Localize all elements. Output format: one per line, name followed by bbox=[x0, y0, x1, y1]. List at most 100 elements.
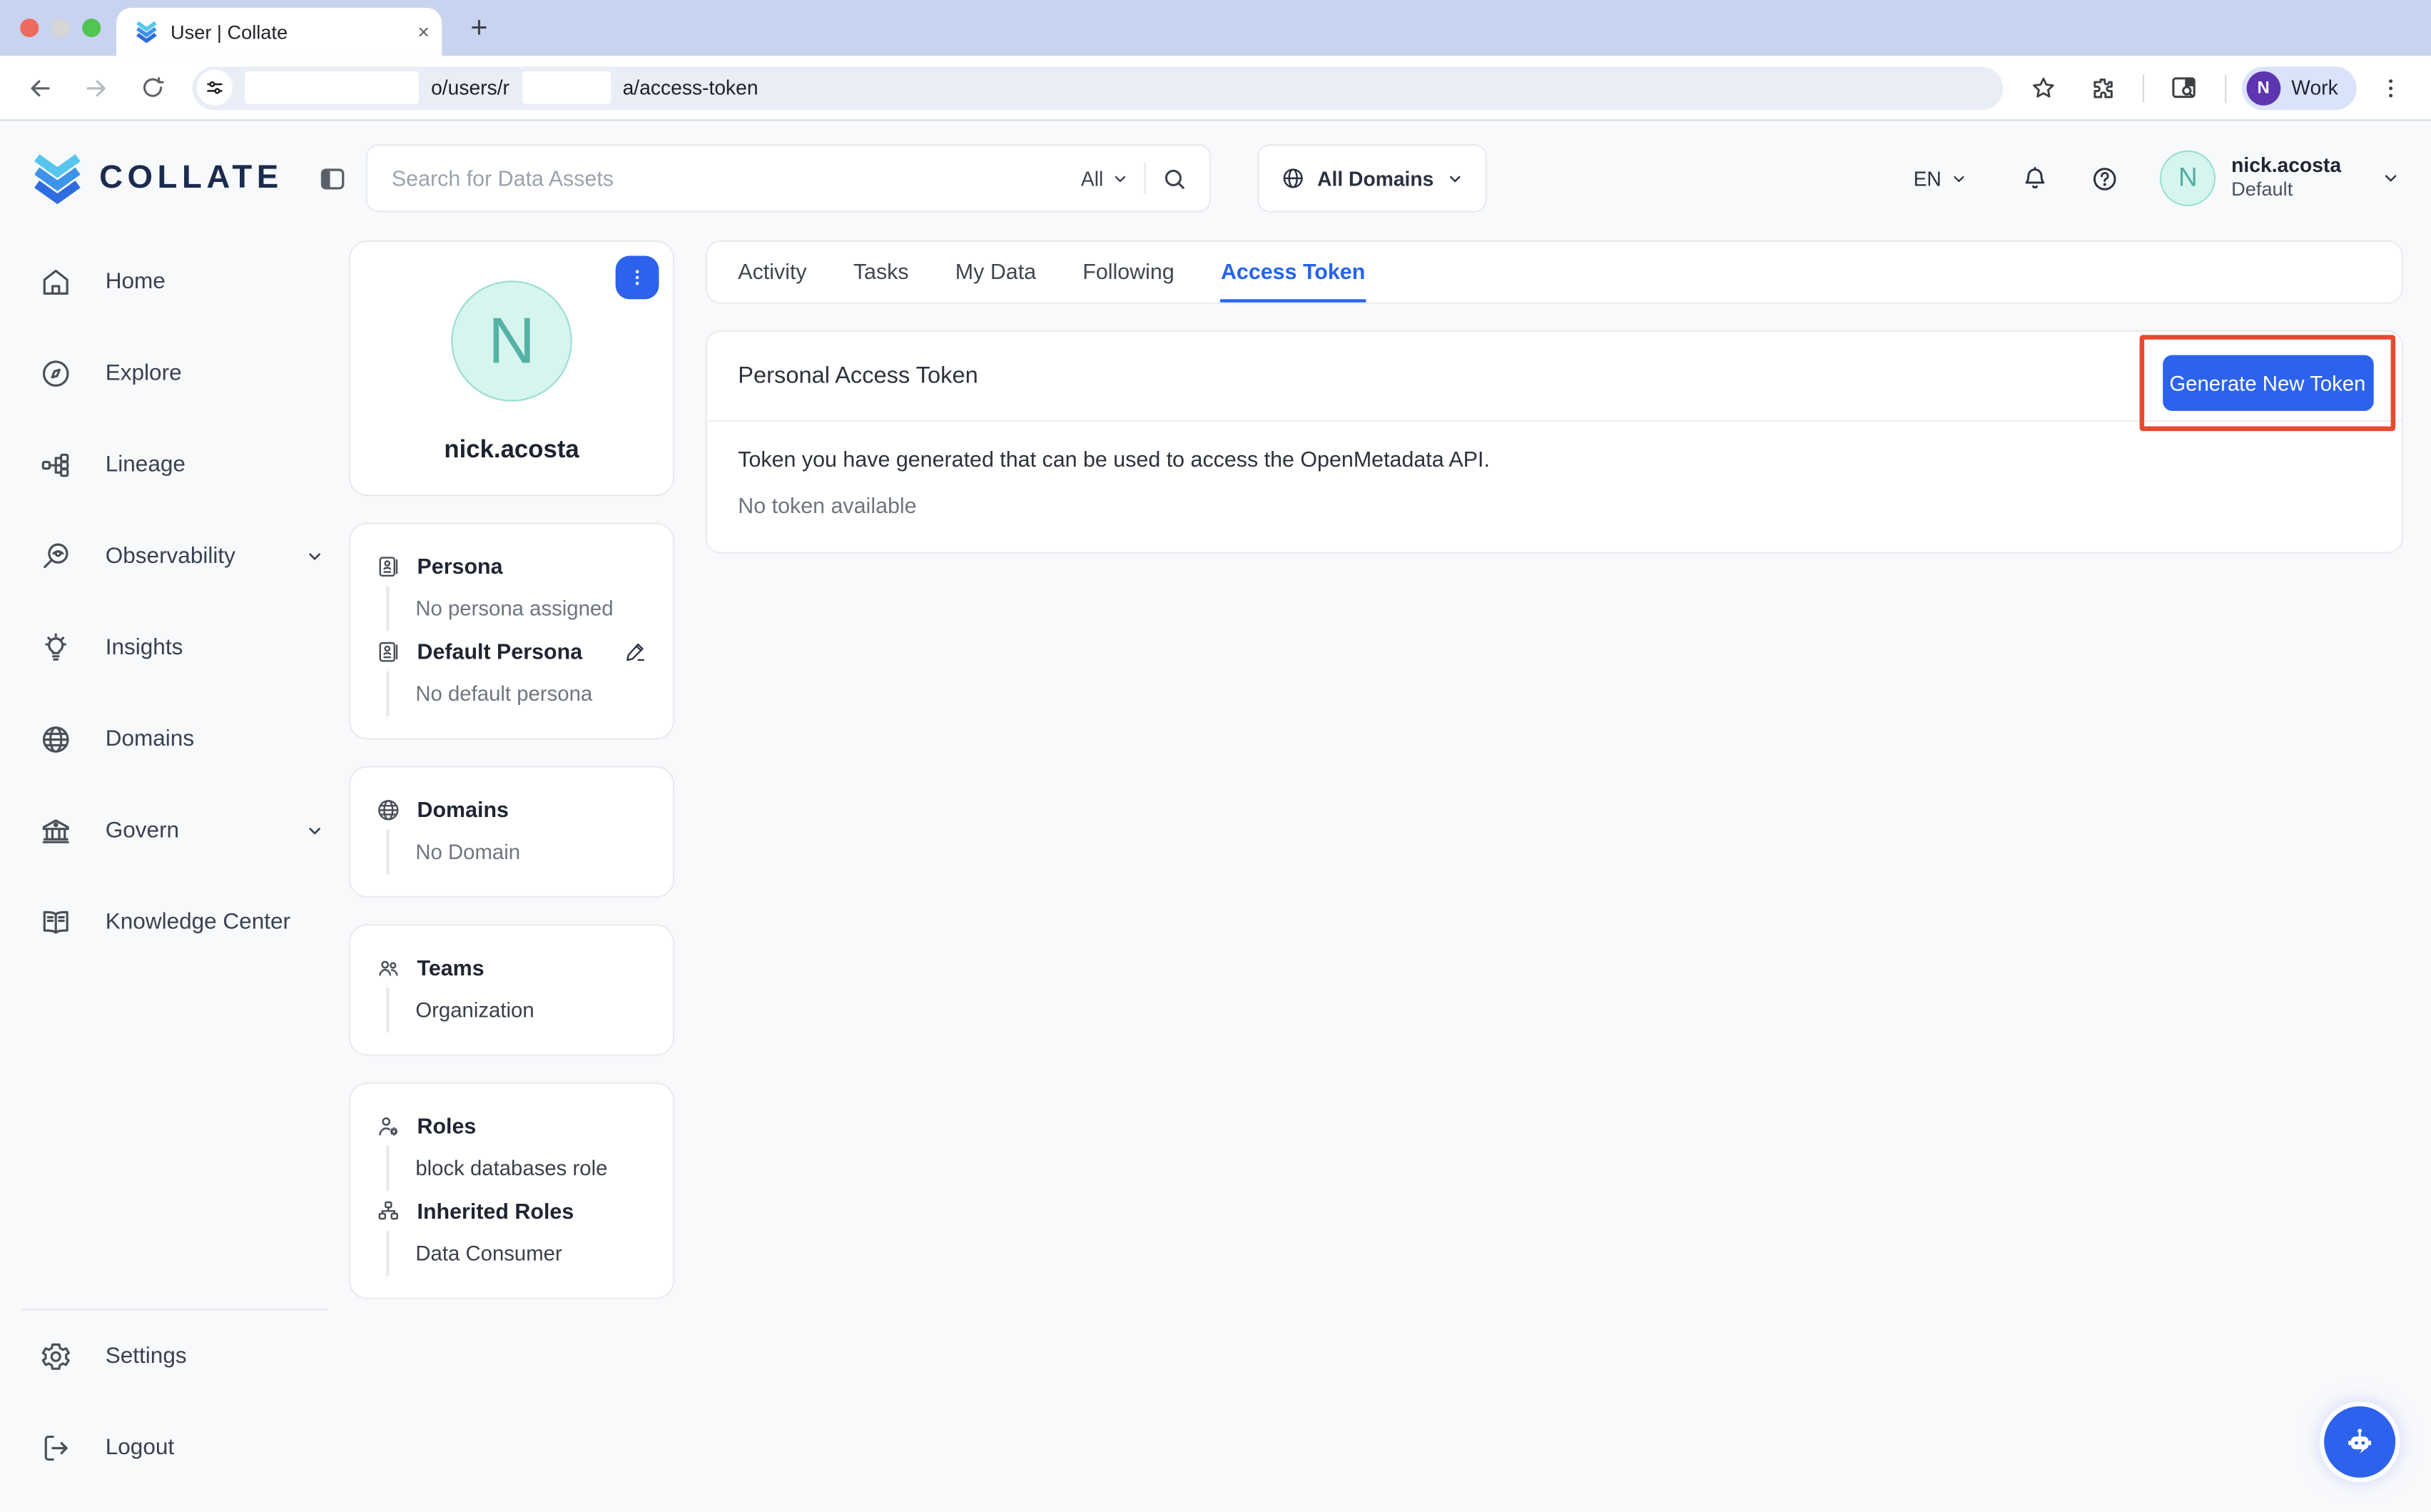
profile-options-button[interactable] bbox=[616, 256, 659, 300]
gear-icon bbox=[39, 1339, 73, 1373]
sidebar-item-label: Domains bbox=[106, 726, 324, 751]
extensions-puzzle-icon[interactable] bbox=[2077, 63, 2127, 113]
sidebar-item-domains[interactable]: Domains bbox=[0, 693, 349, 784]
teams-icon bbox=[375, 954, 402, 980]
browser-tab[interactable]: User | Collate × bbox=[116, 8, 442, 56]
inherited-roles-value[interactable]: Data Consumer bbox=[386, 1231, 648, 1276]
sidebar-item-label: Logout bbox=[106, 1435, 324, 1460]
notifications-bell-icon[interactable] bbox=[2021, 163, 2050, 193]
persona-value: No persona assigned bbox=[386, 586, 648, 631]
sidebar-item-explore[interactable]: Explore bbox=[0, 327, 349, 418]
roles-value[interactable]: block databases role bbox=[386, 1146, 648, 1191]
domains-title: Domains bbox=[417, 797, 509, 822]
collate-favicon-icon bbox=[135, 20, 158, 44]
url-redaction bbox=[245, 71, 418, 104]
sidebar-item-knowledge-center[interactable]: Knowledge Center bbox=[0, 876, 349, 968]
window-close-button[interactable] bbox=[20, 19, 39, 37]
tab-access-token[interactable]: Access Token bbox=[1221, 242, 1365, 303]
search-input[interactable] bbox=[392, 166, 1065, 191]
default-persona-title: Default Persona bbox=[417, 639, 583, 664]
help-icon[interactable] bbox=[2090, 163, 2119, 193]
sidebar-item-insights[interactable]: Insights bbox=[0, 602, 349, 693]
chevron-down-icon bbox=[1111, 170, 1128, 187]
sidebar-item-govern[interactable]: Govern bbox=[0, 784, 349, 876]
tab-activity[interactable]: Activity bbox=[738, 242, 806, 303]
sidebar-toggle-icon[interactable] bbox=[318, 163, 347, 193]
collate-logo[interactable]: COLLATE bbox=[31, 152, 283, 205]
sidebar-item-logout[interactable]: Logout bbox=[0, 1401, 349, 1493]
window-minimize-button[interactable] bbox=[51, 19, 70, 37]
profile-tabs: Activity Tasks My Data Following Access … bbox=[706, 240, 2403, 304]
sidebar-item-lineage[interactable]: Lineage bbox=[0, 419, 349, 510]
chevron-down-icon bbox=[2382, 169, 2400, 188]
search-separator bbox=[1144, 163, 1145, 193]
chevron-down-icon bbox=[1446, 170, 1463, 187]
persona-card: Persona No persona assigned Default Pers… bbox=[349, 522, 674, 739]
sidebar-item-label: Explore bbox=[106, 360, 324, 385]
browser-tabstrip: User | Collate × + bbox=[0, 0, 2431, 56]
url-redaction bbox=[522, 71, 610, 104]
tab-my-data[interactable]: My Data bbox=[955, 242, 1036, 303]
teams-value[interactable]: Organization bbox=[386, 988, 648, 1032]
browser-toolbar: o/users/r a/access-token N Work bbox=[0, 56, 2431, 119]
bookmark-star-icon[interactable] bbox=[2019, 63, 2069, 113]
edit-default-persona-button[interactable] bbox=[624, 639, 649, 664]
sidebar-item-observability[interactable]: Observability bbox=[0, 510, 349, 602]
tab-tasks[interactable]: Tasks bbox=[853, 242, 909, 303]
language-value: EN bbox=[1914, 167, 1942, 191]
user-avatar: N bbox=[2160, 151, 2216, 206]
token-description: Token you have generated that can be use… bbox=[738, 447, 2370, 472]
back-button[interactable] bbox=[16, 63, 66, 113]
new-tab-button[interactable]: + bbox=[459, 9, 499, 49]
search-scope-dropdown[interactable]: All bbox=[1081, 167, 1128, 191]
roles-card: Roles block databases role Inherited Rol… bbox=[349, 1082, 674, 1299]
bank-icon bbox=[39, 813, 73, 848]
tab-following[interactable]: Following bbox=[1082, 242, 1174, 303]
browser-profile-chip[interactable]: N Work bbox=[2242, 66, 2357, 109]
browser-menu-icon[interactable] bbox=[2366, 63, 2416, 113]
sidebar-item-settings[interactable]: Settings bbox=[0, 1310, 349, 1401]
user-menu[interactable]: N nick.acosta Default bbox=[2160, 151, 2400, 206]
globe-icon bbox=[375, 796, 402, 823]
roles-person-gear-icon bbox=[375, 1112, 402, 1139]
domains-filter-button[interactable]: All Domains bbox=[1257, 144, 1486, 213]
sidebar: Home Explore Lineage Observability Insig… bbox=[0, 235, 349, 1511]
generate-new-token-button[interactable]: Generate New Token bbox=[2162, 355, 2373, 411]
search-scope-value: All bbox=[1081, 167, 1103, 191]
language-selector[interactable]: EN bbox=[1914, 167, 1968, 191]
token-section-title: Personal Access Token bbox=[738, 362, 978, 389]
domains-card: Domains No Domain bbox=[349, 766, 674, 898]
roles-title: Roles bbox=[417, 1113, 477, 1138]
browser-actions: N Work bbox=[2019, 63, 2416, 113]
url-bar[interactable]: o/users/r a/access-token bbox=[192, 66, 2003, 109]
tab-close-icon[interactable]: × bbox=[417, 20, 430, 44]
site-settings-icon[interactable] bbox=[197, 70, 233, 106]
sidebar-item-label: Lineage bbox=[106, 452, 324, 477]
window-zoom-button[interactable] bbox=[82, 19, 101, 37]
observability-icon bbox=[39, 539, 73, 573]
browser-profile-avatar: N bbox=[2246, 71, 2280, 105]
app-header: COLLATE All All Domains EN bbox=[0, 121, 2431, 235]
user-name: nick.acosta bbox=[2231, 153, 2341, 178]
globe-icon bbox=[1280, 166, 1305, 191]
insights-icon bbox=[39, 630, 73, 664]
sidebar-item-label: Observability bbox=[106, 544, 273, 569]
url-text-end: a/access-token bbox=[623, 76, 758, 99]
user-descriptor: Default bbox=[2231, 179, 2341, 203]
chat-bot-button[interactable] bbox=[2324, 1406, 2395, 1478]
forward-button[interactable] bbox=[71, 63, 121, 113]
search-icon[interactable] bbox=[1161, 165, 1187, 191]
sidebar-item-label: Knowledge Center bbox=[106, 909, 324, 934]
reload-button[interactable] bbox=[127, 63, 177, 113]
browser-tab-title: User | Collate bbox=[171, 21, 405, 42]
chevron-down-icon bbox=[305, 547, 324, 565]
main-content: Activity Tasks My Data Following Access … bbox=[706, 240, 2403, 1512]
user-profile-panel: N nick.acosta Persona No persona assigne… bbox=[349, 235, 674, 1511]
toolbar-separator bbox=[2225, 73, 2226, 101]
sidebar-item-home[interactable]: Home bbox=[0, 235, 349, 327]
profile-name: nick.acosta bbox=[444, 437, 579, 465]
logout-icon bbox=[39, 1431, 73, 1465]
chevron-down-icon bbox=[1951, 170, 1968, 187]
side-panel-search-icon[interactable] bbox=[2160, 63, 2210, 113]
access-token-panel: Personal Access Token Token you have gen… bbox=[706, 330, 2403, 554]
